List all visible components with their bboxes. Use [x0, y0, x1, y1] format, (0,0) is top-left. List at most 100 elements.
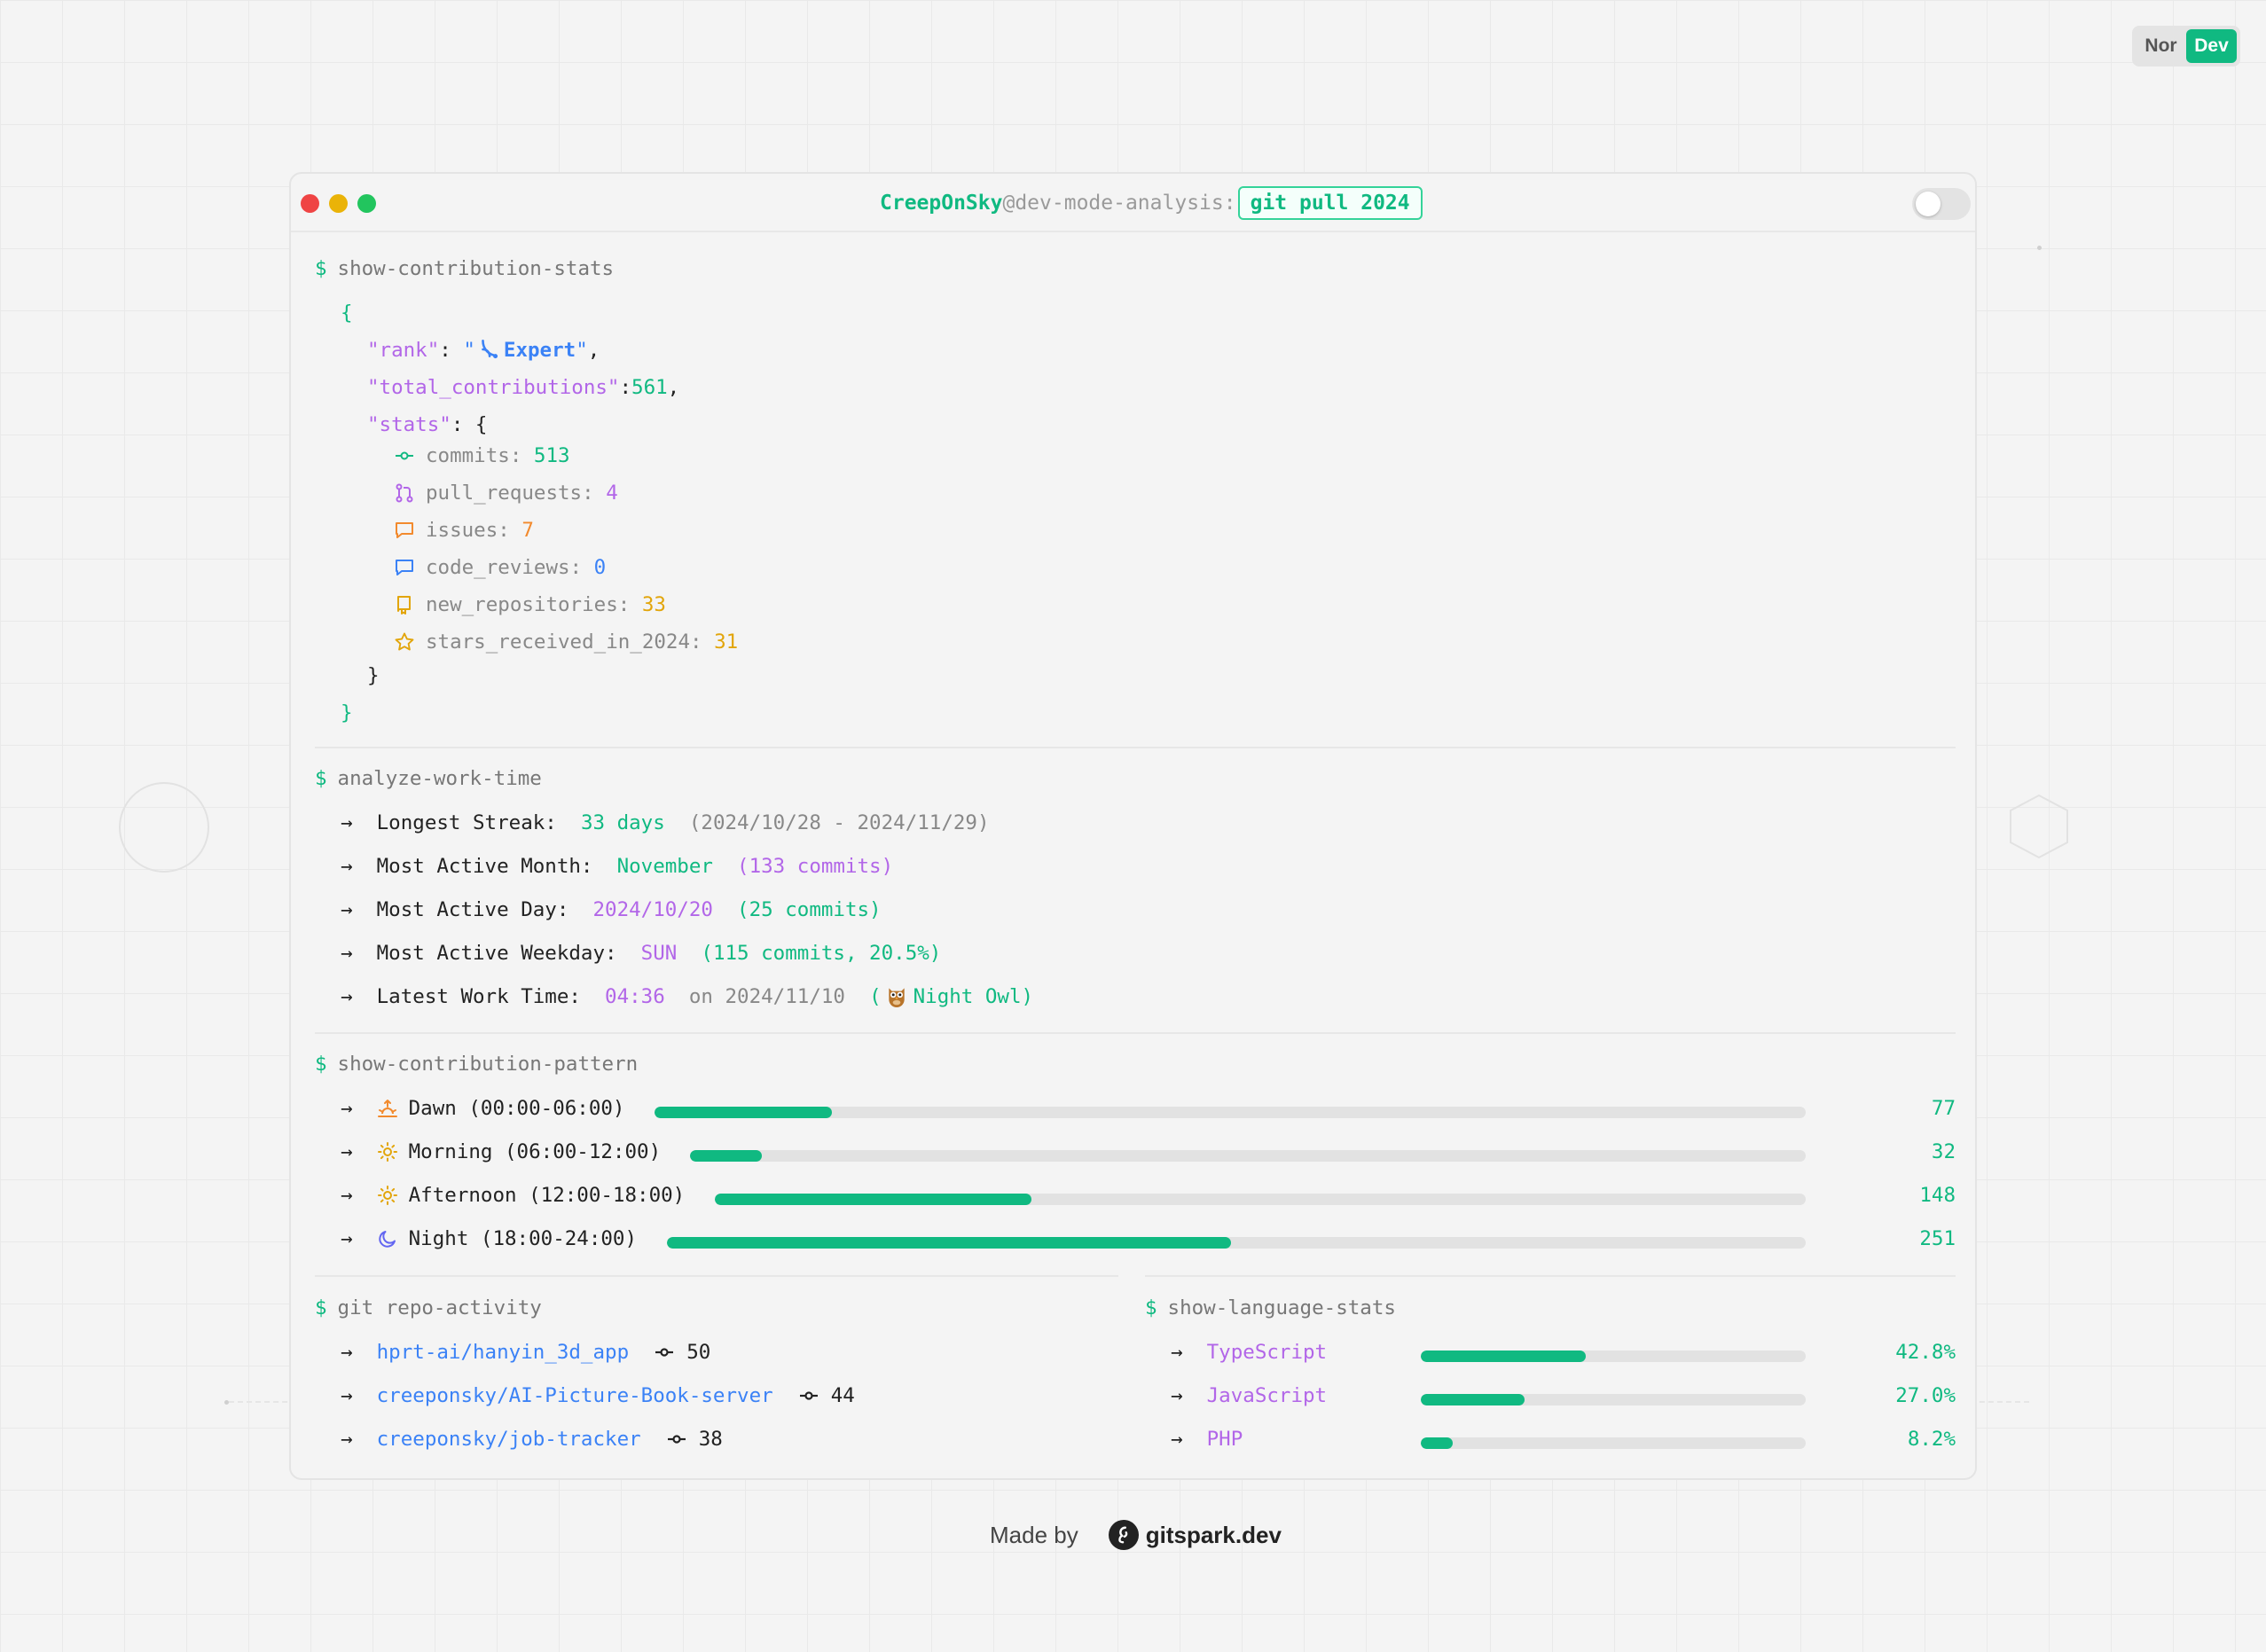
made-by-text: Made by	[990, 1521, 1078, 1548]
command-line: $ show-contribution-stats	[315, 257, 615, 280]
language-percent: 27.0%	[1895, 1384, 1956, 1407]
commit-icon	[653, 1342, 676, 1363]
moon-icon	[377, 1228, 398, 1249]
pull-requests-value: 4	[606, 482, 618, 505]
stat-row-pull-requests: pull_requests: 4	[394, 480, 618, 506]
pattern-row-morning: → Morning (06:00-12:00)	[341, 1140, 662, 1163]
branch-badge: git pull 2024	[1237, 186, 1423, 220]
json-close-brace: }	[341, 701, 353, 724]
language-row: → PHP	[1171, 1428, 1243, 1451]
stars-value: 31	[714, 630, 739, 654]
decorative-hexagon	[2010, 794, 2068, 859]
language-bar	[1421, 1351, 1806, 1362]
language-bar-fill	[1421, 1351, 1586, 1362]
latest-work-time-line: → Latest Work Time: 04:36 on 2024/11/10 …	[341, 985, 1034, 1008]
repo-link[interactable]: creeponsky/job-tracker	[377, 1426, 641, 1452]
repo-commit-count: 38	[698, 1428, 723, 1451]
decorative-dot	[2037, 246, 2042, 250]
sun-icon	[377, 1185, 398, 1206]
footer: Made by gitspark.dev	[990, 1516, 1282, 1554]
repo-commit-count: 50	[686, 1341, 711, 1364]
active-weekday-line: → Most Active Weekday: SUN (115 commits,…	[341, 942, 942, 965]
pattern-count: 32	[1931, 1140, 1956, 1163]
stat-row-stars: stars_received_in_2024: 31	[394, 629, 738, 655]
gitspark-logo-icon	[1108, 1520, 1139, 1550]
active-day-line: → Most Active Day: 2024/10/20 (25 commit…	[341, 898, 882, 921]
owl-icon	[888, 988, 905, 1007]
issue-icon	[394, 520, 415, 541]
minimize-window-button[interactable]	[329, 194, 348, 213]
pattern-bar-dawn	[655, 1107, 1806, 1118]
commit-icon	[665, 1429, 688, 1450]
section-divider	[315, 1032, 1956, 1034]
stats-close-brace: }	[367, 664, 380, 687]
commit-icon	[797, 1385, 820, 1406]
repo-link[interactable]: hprt-ai/hanyin_3d_app	[377, 1339, 629, 1366]
language-row: → TypeScript	[1171, 1341, 1328, 1364]
stats-key-line: "stats": {	[367, 413, 488, 436]
issues-value: 7	[521, 519, 534, 542]
stat-row-new-repositories: new_repositories: 33	[394, 591, 666, 618]
night-owl-badge: Night Owl)	[913, 985, 1034, 1008]
theme-switch[interactable]	[1912, 188, 1971, 220]
section-divider	[1145, 1275, 1956, 1277]
brand-link[interactable]: gitspark.dev	[1146, 1522, 1282, 1549]
total-contributions-value: 561	[631, 376, 668, 399]
review-icon	[394, 557, 415, 578]
pattern-bar-afternoon	[715, 1194, 1806, 1205]
commits-value: 513	[533, 444, 570, 467]
repo-row: → creeponsky/AI-Picture-Book-server 44	[341, 1382, 855, 1409]
stat-row-issues: issues: 7	[394, 517, 534, 544]
pattern-count: 77	[1931, 1097, 1956, 1120]
repo-commit-count: 44	[830, 1384, 855, 1407]
commit-icon	[394, 445, 415, 466]
pattern-bar-fill	[690, 1150, 762, 1162]
total-contributions-line: "total_contributions":561,	[367, 376, 680, 399]
rank-value: Expert	[503, 339, 576, 362]
pattern-bar-morning	[690, 1150, 1806, 1162]
language-name: TypeScript	[1206, 1341, 1328, 1364]
pull-request-icon	[394, 482, 415, 504]
pattern-bar-night	[667, 1237, 1806, 1249]
code-reviews-value: 0	[593, 556, 607, 579]
language-row: → JavaScript	[1171, 1384, 1328, 1407]
repo-link[interactable]: creeponsky/AI-Picture-Book-server	[377, 1382, 773, 1409]
language-percent: 8.2%	[1907, 1428, 1956, 1451]
maximize-window-button[interactable]	[357, 194, 376, 213]
hostname: @dev-mode-analysis:	[1002, 192, 1236, 215]
repo-row: → hprt-ai/hanyin_3d_app 50	[341, 1339, 711, 1366]
json-open-brace: {	[341, 301, 353, 325]
stat-row-code-reviews: code_reviews: 0	[394, 554, 606, 581]
section-divider	[315, 1275, 1118, 1277]
sun-icon	[377, 1141, 398, 1163]
pattern-row-afternoon: → Afternoon (12:00-18:00)	[341, 1184, 686, 1207]
terminal-title: CreepOnSky @dev-mode-analysis: git pull 20…	[880, 184, 1423, 222]
pattern-count: 251	[1919, 1227, 1956, 1250]
terminal-titlebar: CreepOnSky @dev-mode-analysis: git pull 20…	[291, 174, 1975, 232]
command-line: $ show-contribution-pattern	[315, 1053, 639, 1076]
pattern-row-night: → Night (18:00-24:00)	[341, 1227, 638, 1250]
terminal-window: CreepOnSky @dev-mode-analysis: git pull 20…	[289, 172, 1977, 1480]
pattern-count: 148	[1919, 1184, 1956, 1207]
switch-knob	[1916, 192, 1941, 216]
command-line: $ analyze-work-time	[315, 767, 542, 790]
sunrise-icon	[377, 1098, 398, 1119]
mode-option-dev[interactable]: Dev	[2186, 29, 2237, 63]
rank-line: "rank": " Expert",	[367, 339, 600, 362]
command-line: $ git repo-activity	[315, 1296, 542, 1319]
close-window-button[interactable]	[301, 194, 319, 213]
mode-option-normal[interactable]: Nor	[2136, 29, 2186, 63]
language-name: JavaScript	[1206, 1384, 1328, 1407]
repo-row: → creeponsky/job-tracker 38	[341, 1426, 723, 1452]
language-bar-fill	[1421, 1437, 1453, 1449]
section-divider	[315, 747, 1956, 748]
language-bar-fill	[1421, 1394, 1525, 1405]
username: CreepOnSky	[880, 192, 1003, 215]
star-icon	[394, 631, 415, 653]
repository-icon	[394, 594, 415, 615]
pattern-bar-fill	[715, 1194, 1031, 1205]
rank-icon	[482, 339, 498, 359]
new-repositories-value: 33	[641, 593, 666, 616]
language-bar	[1421, 1437, 1806, 1449]
mode-toggle[interactable]: Nor Dev	[2132, 26, 2240, 67]
